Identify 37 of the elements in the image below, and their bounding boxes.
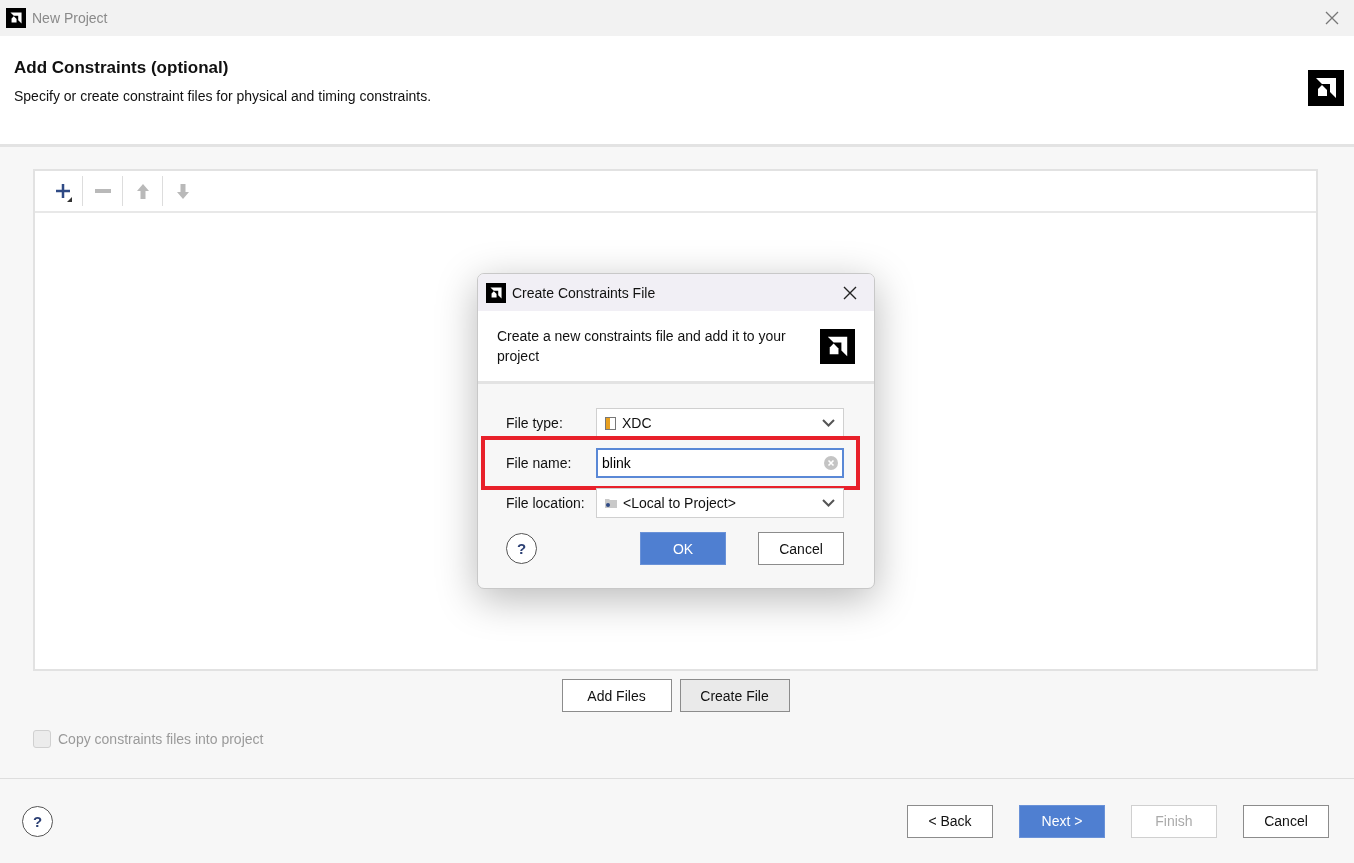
field-label: File location: — [506, 495, 586, 511]
page-subtitle: Specify or create constraint files for physical and timing constraints. — [14, 88, 432, 104]
dialog-title: Create Constraints File — [512, 284, 657, 301]
logo-icon — [820, 328, 855, 364]
window-title: New Project — [32, 10, 109, 26]
arrow-up-icon — [136, 183, 149, 199]
logo-icon — [1308, 70, 1344, 106]
wizard-button[interactable]: Cancel — [1243, 804, 1329, 838]
app-logo-icon — [6, 8, 26, 28]
dialog-description: Create a new constraints file and add it to your project — [497, 327, 787, 366]
dropdown-field[interactable]: <Local to Project> — [596, 488, 844, 518]
field-label: File name: — [506, 455, 573, 471]
file-icon — [605, 416, 616, 430]
folder-icon — [605, 498, 617, 508]
minus-icon — [94, 189, 111, 193]
close-icon — [1325, 11, 1339, 25]
dropdown-field[interactable]: XDC — [596, 408, 844, 438]
dialog-logo-icon — [486, 282, 506, 303]
chevron-down-icon — [822, 499, 835, 507]
file-button[interactable]: Add Files — [561, 679, 672, 712]
plus-icon — [54, 183, 71, 199]
dialog-button[interactable]: Cancel — [758, 532, 844, 565]
checkbox-label: Copy constraints files into project — [58, 731, 264, 747]
dropdown-corner-icon — [67, 197, 72, 202]
chevron-down-icon — [822, 419, 835, 427]
field-label: File type: — [506, 415, 564, 431]
help-button[interactable]: ? — [506, 533, 537, 564]
dialog-button[interactable]: OK — [640, 532, 726, 565]
wizard-button[interactable]: < Back — [907, 804, 993, 838]
file-button[interactable]: Create File — [679, 679, 790, 712]
arrow-down-icon — [177, 183, 189, 199]
wizard-button[interactable]: Next > — [1019, 804, 1105, 838]
close-icon — [843, 285, 857, 300]
input-field[interactable]: blink — [596, 448, 844, 478]
clear-icon[interactable] — [824, 456, 838, 470]
help-button[interactable]: ? — [22, 805, 53, 837]
page-title: Add Constraints (optional) — [14, 58, 230, 78]
